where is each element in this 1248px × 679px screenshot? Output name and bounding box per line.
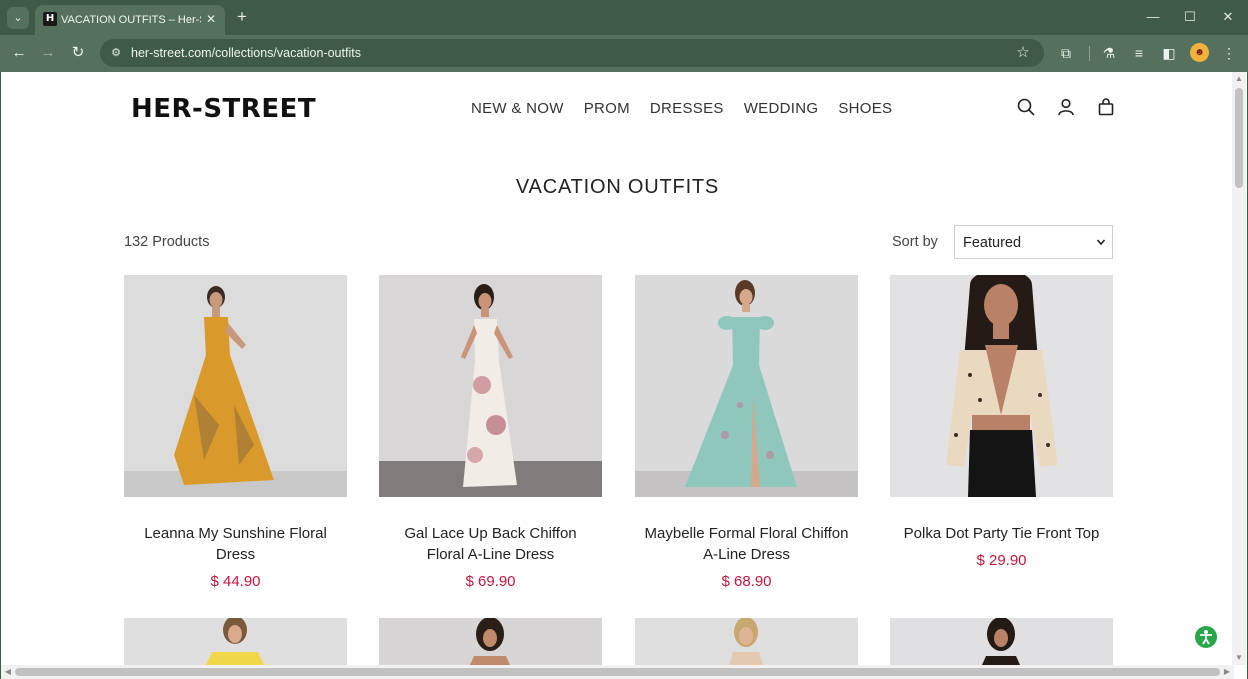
product-name[interactable]: Maybelle Formal Floral Chiffon A-Line Dr… [635, 523, 858, 565]
product-price: $ 44.90 [210, 573, 261, 590]
accessibility-widget-button[interactable] [1195, 626, 1217, 648]
scroll-right-icon[interactable]: ▶ [1221, 665, 1233, 679]
tab-close-icon[interactable]: ✕ [203, 11, 219, 27]
sort-selected-value: Featured [963, 235, 1022, 251]
sort-select[interactable]: Featured [954, 225, 1113, 259]
scroll-down-icon[interactable]: ▼ [1232, 652, 1246, 664]
labs-flask-icon[interactable]: ⚗ [1099, 43, 1119, 63]
product-card[interactable]: Maybelle Formal Floral Chiffon A-Line Dr… [635, 275, 858, 591]
address-bar[interactable]: ⚙ her-street.com/collections/vacation-ou… [100, 39, 1044, 67]
scroll-left-icon[interactable]: ◀ [2, 665, 14, 679]
product-name[interactable]: Gal Lace Up Back Chiffon Floral A-Line D… [379, 523, 602, 565]
browser-window: ⌄ H VACATION OUTFITS – Her-Street ✕ + — … [0, 0, 1248, 679]
page-title: VACATION OUTFITS [515, 176, 720, 198]
vertical-scrollbar[interactable]: ▲ ▼ [1232, 72, 1246, 665]
extensions-icon[interactable]: ⧉ [1056, 43, 1076, 63]
site-favicon-icon: H [43, 12, 57, 26]
side-panel-icon[interactable]: ◧ [1159, 43, 1179, 63]
nav-item-shoes[interactable]: SHOES [838, 99, 892, 119]
new-tab-icon[interactable]: + [233, 8, 251, 26]
product-image-partial[interactable] [635, 618, 858, 665]
tab-title: VACATION OUTFITS – Her-Street [61, 14, 201, 26]
nav-item-prom[interactable]: PROM [584, 99, 630, 119]
product-image-partial[interactable] [890, 618, 1113, 665]
nav-item-wedding[interactable]: WEDDING [744, 99, 819, 119]
tab-search-icon[interactable]: ⌄ [7, 7, 29, 29]
product-image[interactable] [124, 275, 347, 497]
product-name[interactable]: Polka Dot Party Tie Front Top [890, 523, 1113, 544]
main-navigation: NEW & NOW PROM DRESSES WEDDING SHOES [471, 99, 892, 119]
chevron-down-icon [1096, 239, 1106, 246]
search-icon[interactable] [1016, 97, 1036, 117]
minimize-icon[interactable]: — [1144, 7, 1162, 27]
media-queue-icon[interactable]: ≡ [1129, 43, 1149, 63]
toolbar-divider [1089, 46, 1090, 61]
horizontal-scrollbar[interactable]: ◀ ▶ [1, 665, 1234, 679]
forward-icon[interactable]: → [38, 43, 58, 63]
product-image[interactable] [635, 275, 858, 497]
accessibility-icon [1200, 630, 1212, 645]
scroll-up-icon[interactable]: ▲ [1232, 73, 1246, 85]
product-image-partial[interactable] [379, 618, 602, 665]
vertical-scroll-thumb[interactable] [1235, 88, 1243, 188]
active-tab[interactable]: H VACATION OUTFITS – Her-Street ✕ [35, 5, 225, 35]
product-image[interactable] [890, 275, 1113, 497]
browser-toolbar: ← → ↻ ⚙ her-street.com/collections/vacat… [0, 35, 1248, 72]
tab-strip: ⌄ H VACATION OUTFITS – Her-Street ✕ + — … [0, 0, 1248, 35]
product-card[interactable]: Leanna My Sunshine Floral Dress $ 44.90 [124, 275, 347, 591]
page-viewport: HER-STREET NEW & NOW PROM DRESSES WEDDIN… [0, 72, 1248, 679]
product-price: $ 68.90 [721, 573, 772, 590]
product-image[interactable] [379, 275, 602, 497]
nav-item-dresses[interactable]: DRESSES [650, 99, 724, 119]
menu-kebab-icon[interactable]: ⋮ [1219, 43, 1239, 63]
back-icon[interactable]: ← [9, 43, 29, 63]
url-text[interactable]: her-street.com/collections/vacation-outf… [131, 45, 361, 61]
product-image-partial[interactable] [124, 618, 347, 665]
shopping-bag-icon[interactable] [1096, 97, 1116, 117]
nav-item-new-now[interactable]: NEW & NOW [471, 99, 564, 119]
product-price: $ 29.90 [976, 552, 1027, 569]
site-settings-icon[interactable]: ⚙ [109, 45, 123, 61]
reload-icon[interactable]: ↻ [68, 43, 88, 63]
window-close-icon[interactable]: ✕ [1219, 7, 1237, 27]
site-logo[interactable]: HER-STREET [131, 94, 316, 124]
horizontal-scroll-thumb[interactable] [15, 668, 1220, 676]
account-icon[interactable] [1056, 97, 1076, 117]
profile-avatar[interactable]: ☻ [1190, 43, 1209, 62]
product-name[interactable]: Leanna My Sunshine Floral Dress [124, 523, 347, 565]
bookmark-star-icon[interactable]: ☆ [1014, 44, 1032, 62]
maximize-icon[interactable]: ☐ [1181, 7, 1199, 27]
product-card[interactable]: Polka Dot Party Tie Front Top $ 29.90 [890, 275, 1113, 570]
product-card[interactable]: Gal Lace Up Back Chiffon Floral A-Line D… [379, 275, 602, 591]
sort-label: Sort by [892, 234, 938, 250]
product-count: 132 Products [124, 234, 210, 250]
product-price: $ 69.90 [465, 573, 516, 590]
